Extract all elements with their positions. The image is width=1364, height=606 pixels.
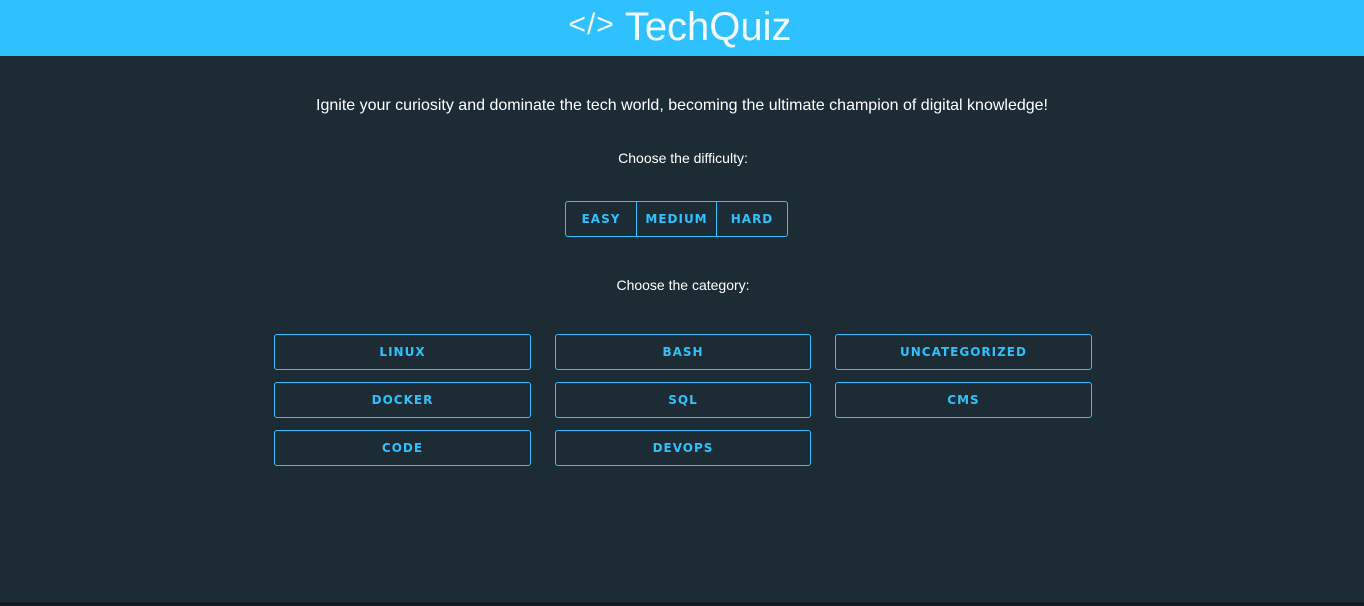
difficulty-easy-button[interactable]: EASY [566,202,636,236]
category-uncategorized-button[interactable]: UNCATEGORIZED [835,334,1092,370]
difficulty-hard-button[interactable]: HARD [716,202,787,236]
app-title: TechQuiz [624,5,792,49]
category-devops-button[interactable]: DEVOPS [555,430,811,466]
brand-logo[interactable]: </> TechQuiz [568,7,791,47]
category-code-button[interactable]: CODE [274,430,531,466]
difficulty-medium-button[interactable]: MEDIUM [636,202,716,236]
code-icon: </> [568,8,615,41]
category-bash-button[interactable]: BASH [555,334,811,370]
category-grid: LINUX BASH UNCATEGORIZED DOCKER SQL CMS … [274,334,1092,466]
difficulty-selector: EASY MEDIUM HARD [565,201,788,237]
category-cms-button[interactable]: CMS [835,382,1092,418]
header-bar: </> TechQuiz [0,0,1364,56]
footer-strip [0,602,1364,606]
difficulty-label: Choose the difficulty: [618,150,748,166]
category-label: Choose the category: [616,277,750,293]
category-docker-button[interactable]: DOCKER [274,382,531,418]
category-sql-button[interactable]: SQL [555,382,811,418]
tagline: Ignite your curiosity and dominate the t… [316,97,1048,114]
category-linux-button[interactable]: LINUX [274,334,531,370]
